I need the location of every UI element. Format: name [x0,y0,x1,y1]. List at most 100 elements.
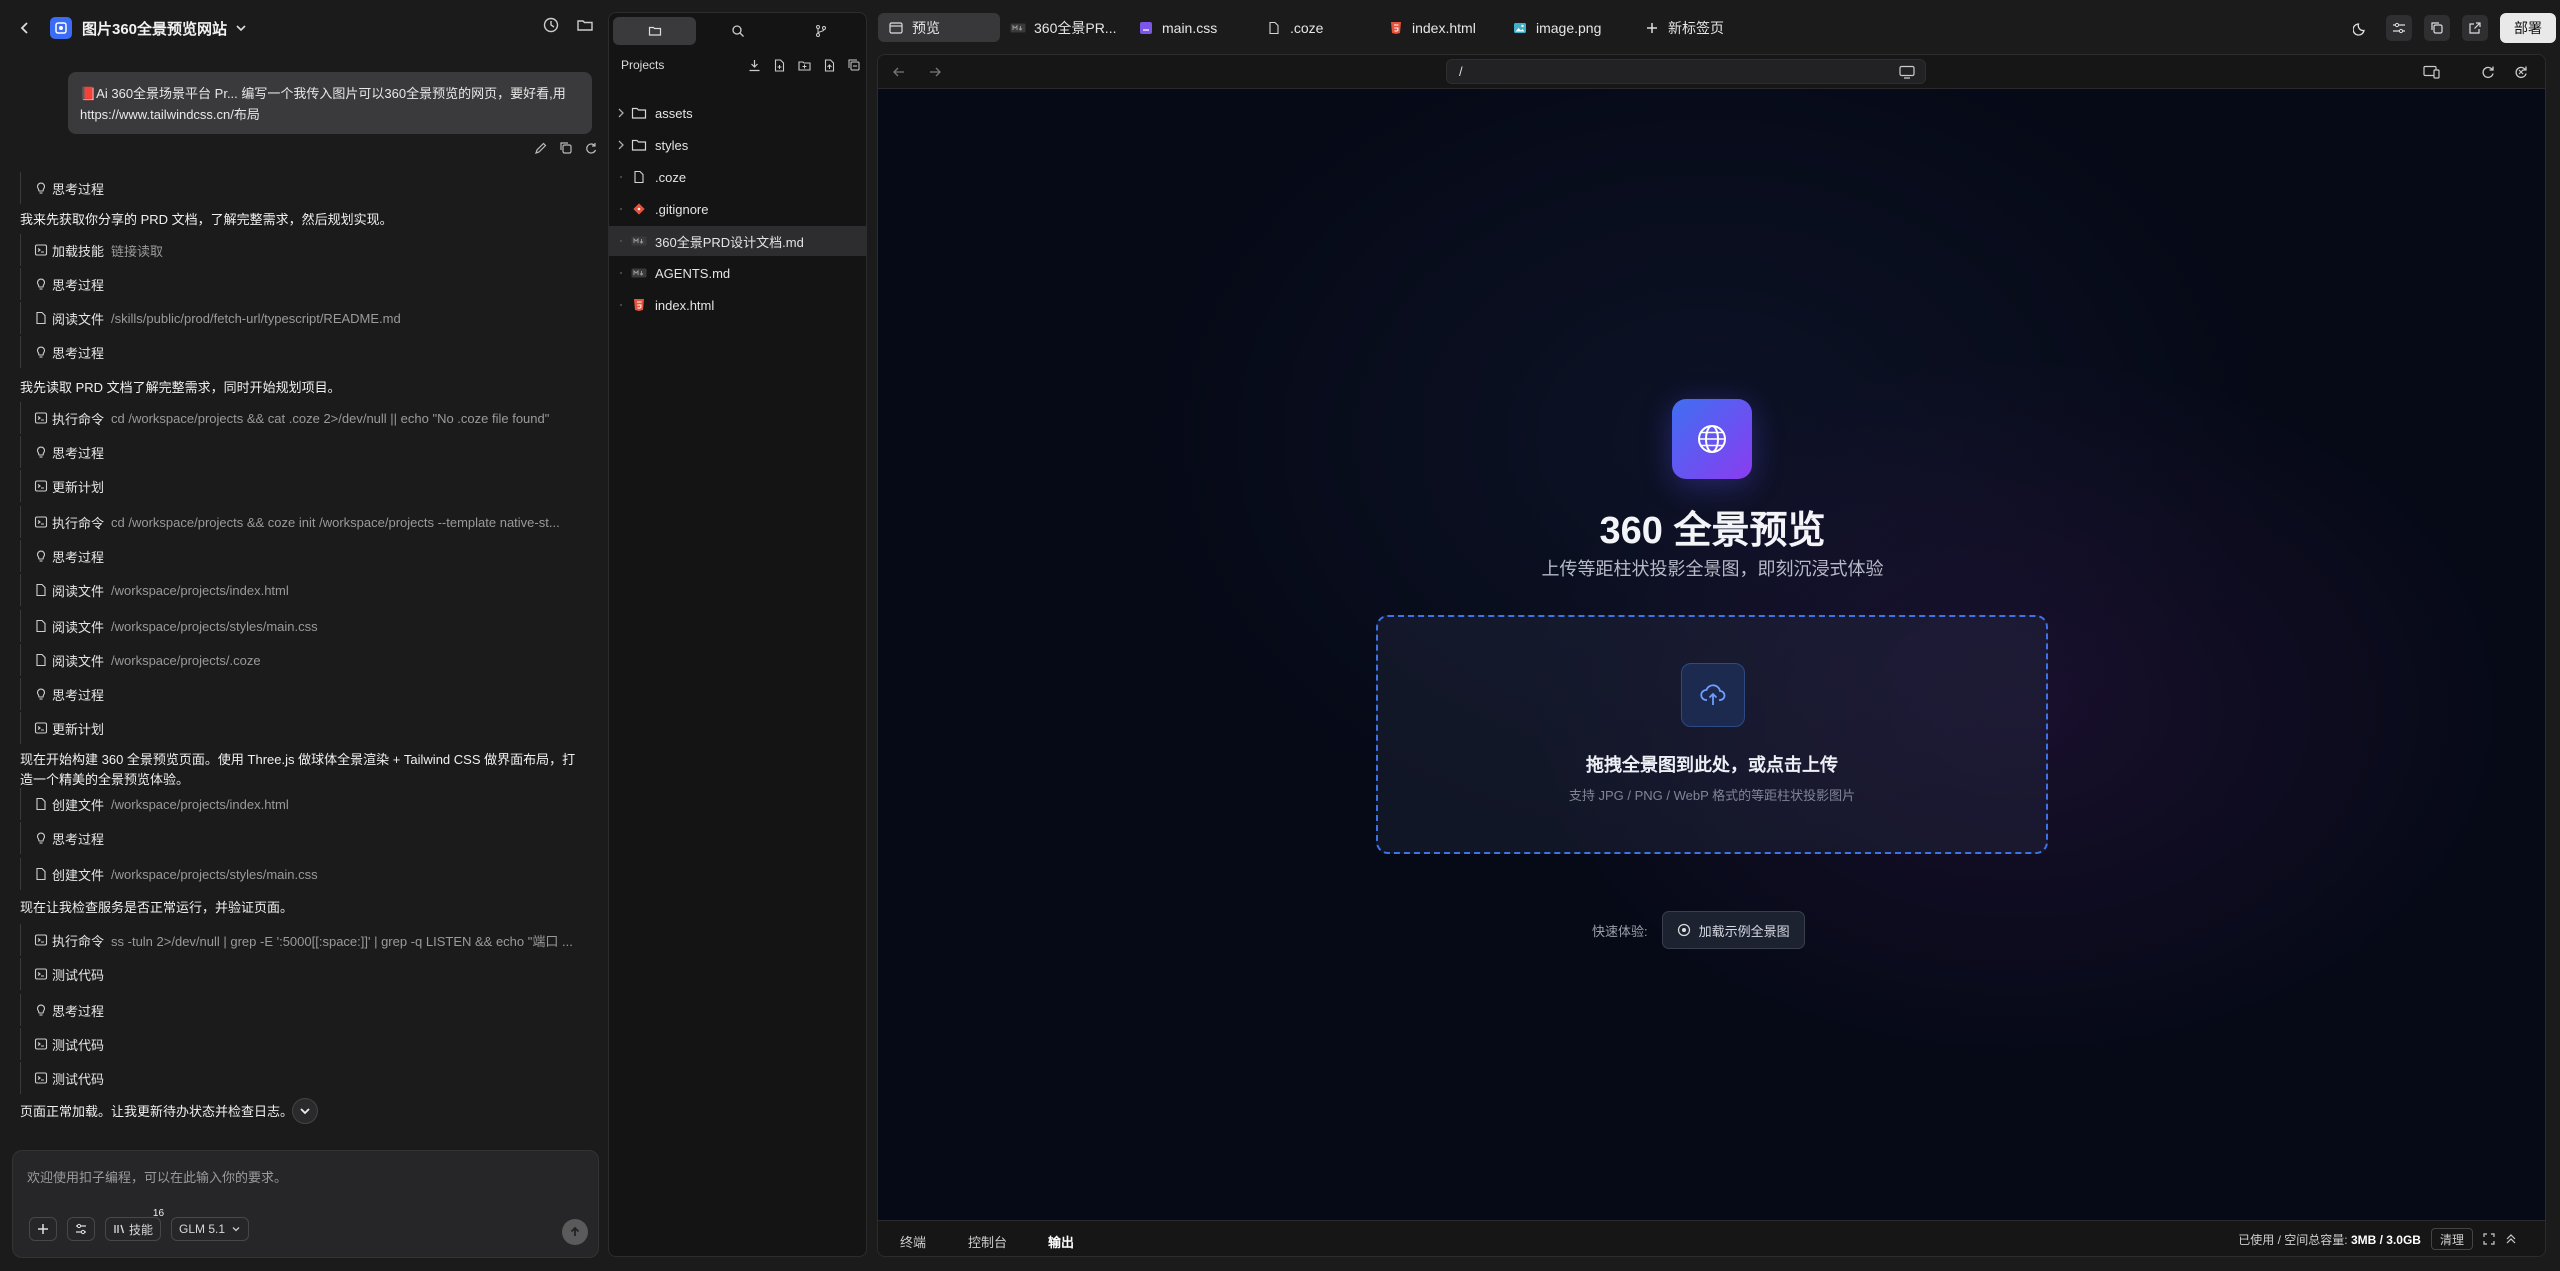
folder-icon[interactable] [576,16,594,34]
storage-usage: 已使用 / 空间总容量: 3MB / 3.0GB 清理 [2238,1228,2517,1250]
preview-icon [888,20,904,36]
hard-reload-icon[interactable] [2514,65,2528,79]
log-step-label: 创建文件 [52,867,105,883]
tab-console[interactable]: 控制台 [968,1232,1007,1251]
retry-icon[interactable] [584,141,598,155]
forward-arrow-icon[interactable] [928,65,942,79]
composer-input[interactable]: 欢迎使用扣子编程，可以在此输入你的要求。 [27,1167,287,1186]
theme-toggle-button[interactable] [2348,15,2374,41]
log-step[interactable]: 思考过程 [19,678,104,710]
log-step[interactable]: 测试代码 [19,958,104,990]
log-step[interactable]: 思考过程 [19,436,104,468]
new-tab-button[interactable]: 新标签页 [1634,13,1734,42]
file-tree-item[interactable]: index.html [609,290,866,320]
dot-icon [617,204,631,214]
tab-search[interactable] [696,17,779,45]
split-settings-button[interactable] [2386,15,2412,41]
log-step[interactable]: 更新计划 [19,712,105,744]
file-tree-item[interactable]: .gitignore [609,194,866,224]
log-step[interactable]: 思考过程 [19,540,104,572]
file-tree-item[interactable]: 360全景PRD设计文档.md [609,226,866,256]
assistant-message-line: 造一个精美的全景预览体验。 [20,772,190,787]
log-step-label: 阅读文件 [52,653,105,669]
open-external-button[interactable] [2462,15,2488,41]
upload-dropzone[interactable]: 拖拽全景图到此处，或点击上传 支持 JPG / PNG / WebP 格式的等距… [1376,615,2048,854]
editor-tab[interactable]: 360全景PR... [1000,13,1126,42]
back-icon[interactable] [18,21,32,35]
collapse-all-icon[interactable] [848,59,861,72]
new-folder-icon[interactable] [798,59,811,72]
folder-icon [631,105,647,121]
screen-icon[interactable] [1899,65,1915,79]
chevron-up-double-icon[interactable] [2505,1233,2517,1245]
model-selector[interactable]: GLM 5.1 [171,1217,250,1241]
quick-try-row: 快速体验: 加载示例全景图 [1592,911,1805,949]
address-bar: / [878,55,2545,89]
log-step[interactable]: 阅读文件/workspace/projects/styles/main.css [20,610,318,642]
download-icon[interactable] [748,59,761,72]
log-step[interactable]: 创建文件/workspace/projects/index.html [20,788,289,820]
tab-terminal[interactable]: 终端 [900,1232,926,1251]
new-file-icon[interactable] [773,58,786,72]
history-icon[interactable] [542,16,560,34]
send-button[interactable] [562,1219,588,1245]
log-step[interactable]: 执行命令 cd /workspace/projects && cat .coze … [19,402,549,434]
tab-files[interactable] [613,17,697,45]
refresh-icon[interactable] [2481,65,2495,79]
editor-tab[interactable]: .coze [1256,13,1333,42]
tab-git[interactable] [780,17,863,45]
clear-button[interactable]: 清理 [2430,1228,2473,1250]
url-input[interactable]: / [1446,59,1926,84]
upload-file-icon[interactable] [823,58,836,72]
project-title[interactable]: 图片360全景预览网站 [82,18,227,39]
duplicate-button[interactable] [2424,15,2450,41]
editor-tab[interactable]: image.png [1502,13,1611,42]
log-step-label: 思考过程 [52,345,105,361]
log-step-argument: /skills/public/prod/fetch-url/typescript… [111,310,401,326]
chat-composer: 欢迎使用扣子编程，可以在此输入你的要求。 技能 16 GLM 5.1 [12,1150,599,1258]
log-step[interactable]: 加载技能 链接读取 [19,234,163,266]
tab-output[interactable]: 输出 [1048,1232,1074,1251]
log-step[interactable]: 测试代码 [19,1062,104,1094]
log-step[interactable]: 执行命令 cd /workspace/projects && coze init … [20,506,560,538]
editor-tab[interactable]: index.html [1378,13,1486,42]
device-toggle-icon[interactable] [2423,65,2441,79]
log-step[interactable]: 思考过程 [19,822,104,854]
chevron-down-icon[interactable] [235,22,247,34]
back-arrow-icon[interactable] [892,65,906,79]
log-step[interactable]: 思考过程 [19,172,104,204]
file-tree-item[interactable]: AGENTS.md [609,258,866,288]
log-step-label: 更新计划 [52,721,105,737]
settings-sliders-button[interactable] [67,1217,95,1241]
add-button[interactable] [29,1217,57,1241]
editor-tab[interactable]: main.css [1128,13,1227,42]
maximize-icon[interactable] [2483,1233,2495,1245]
load-sample-button[interactable]: 加载示例全景图 [1661,911,1805,949]
log-step[interactable]: 思考过程 [19,994,104,1026]
skills-button[interactable]: 技能 16 [105,1208,164,1241]
file-tree-item[interactable]: assets [609,98,866,128]
editor-tab[interactable]: 预览 [878,13,1000,42]
log-step[interactable]: 测试代码 [19,1028,104,1060]
file-icon [34,797,48,811]
log-step[interactable]: 阅读文件/skills/public/prod/fetch-url/typesc… [20,302,401,334]
scroll-down-button[interactable] [292,1098,318,1124]
log-step-label: 阅读文件 [52,583,105,599]
copy-icon[interactable] [559,141,573,155]
edit-icon[interactable] [534,141,548,155]
file-tree-item[interactable]: styles [609,130,866,160]
terminal-icon [34,411,48,425]
log-step[interactable]: 思考过程 [19,268,104,300]
log-step[interactable]: 阅读文件/workspace/projects/index.html [20,574,289,606]
log-step[interactable]: 更新计划 [19,470,104,502]
log-step[interactable]: 阅读文件/workspace/projects/.coze [20,644,261,676]
log-step-argument: ss -tuln 2>/dev/null | grep -E ':5000[[:… [111,933,573,949]
html-file-icon [631,297,647,313]
cloud-upload-icon [1681,663,1745,727]
play-circle-icon [1677,923,1691,937]
log-step[interactable]: 思考过程 [19,336,105,368]
log-step[interactable]: 执行命令 ss -tuln 2>/dev/null | grep -E ':500… [20,924,573,956]
deploy-button[interactable]: 部署 [2500,13,2556,43]
file-tree-item[interactable]: .coze [609,162,866,192]
log-step[interactable]: 创建文件/workspace/projects/styles/main.css [20,858,318,890]
